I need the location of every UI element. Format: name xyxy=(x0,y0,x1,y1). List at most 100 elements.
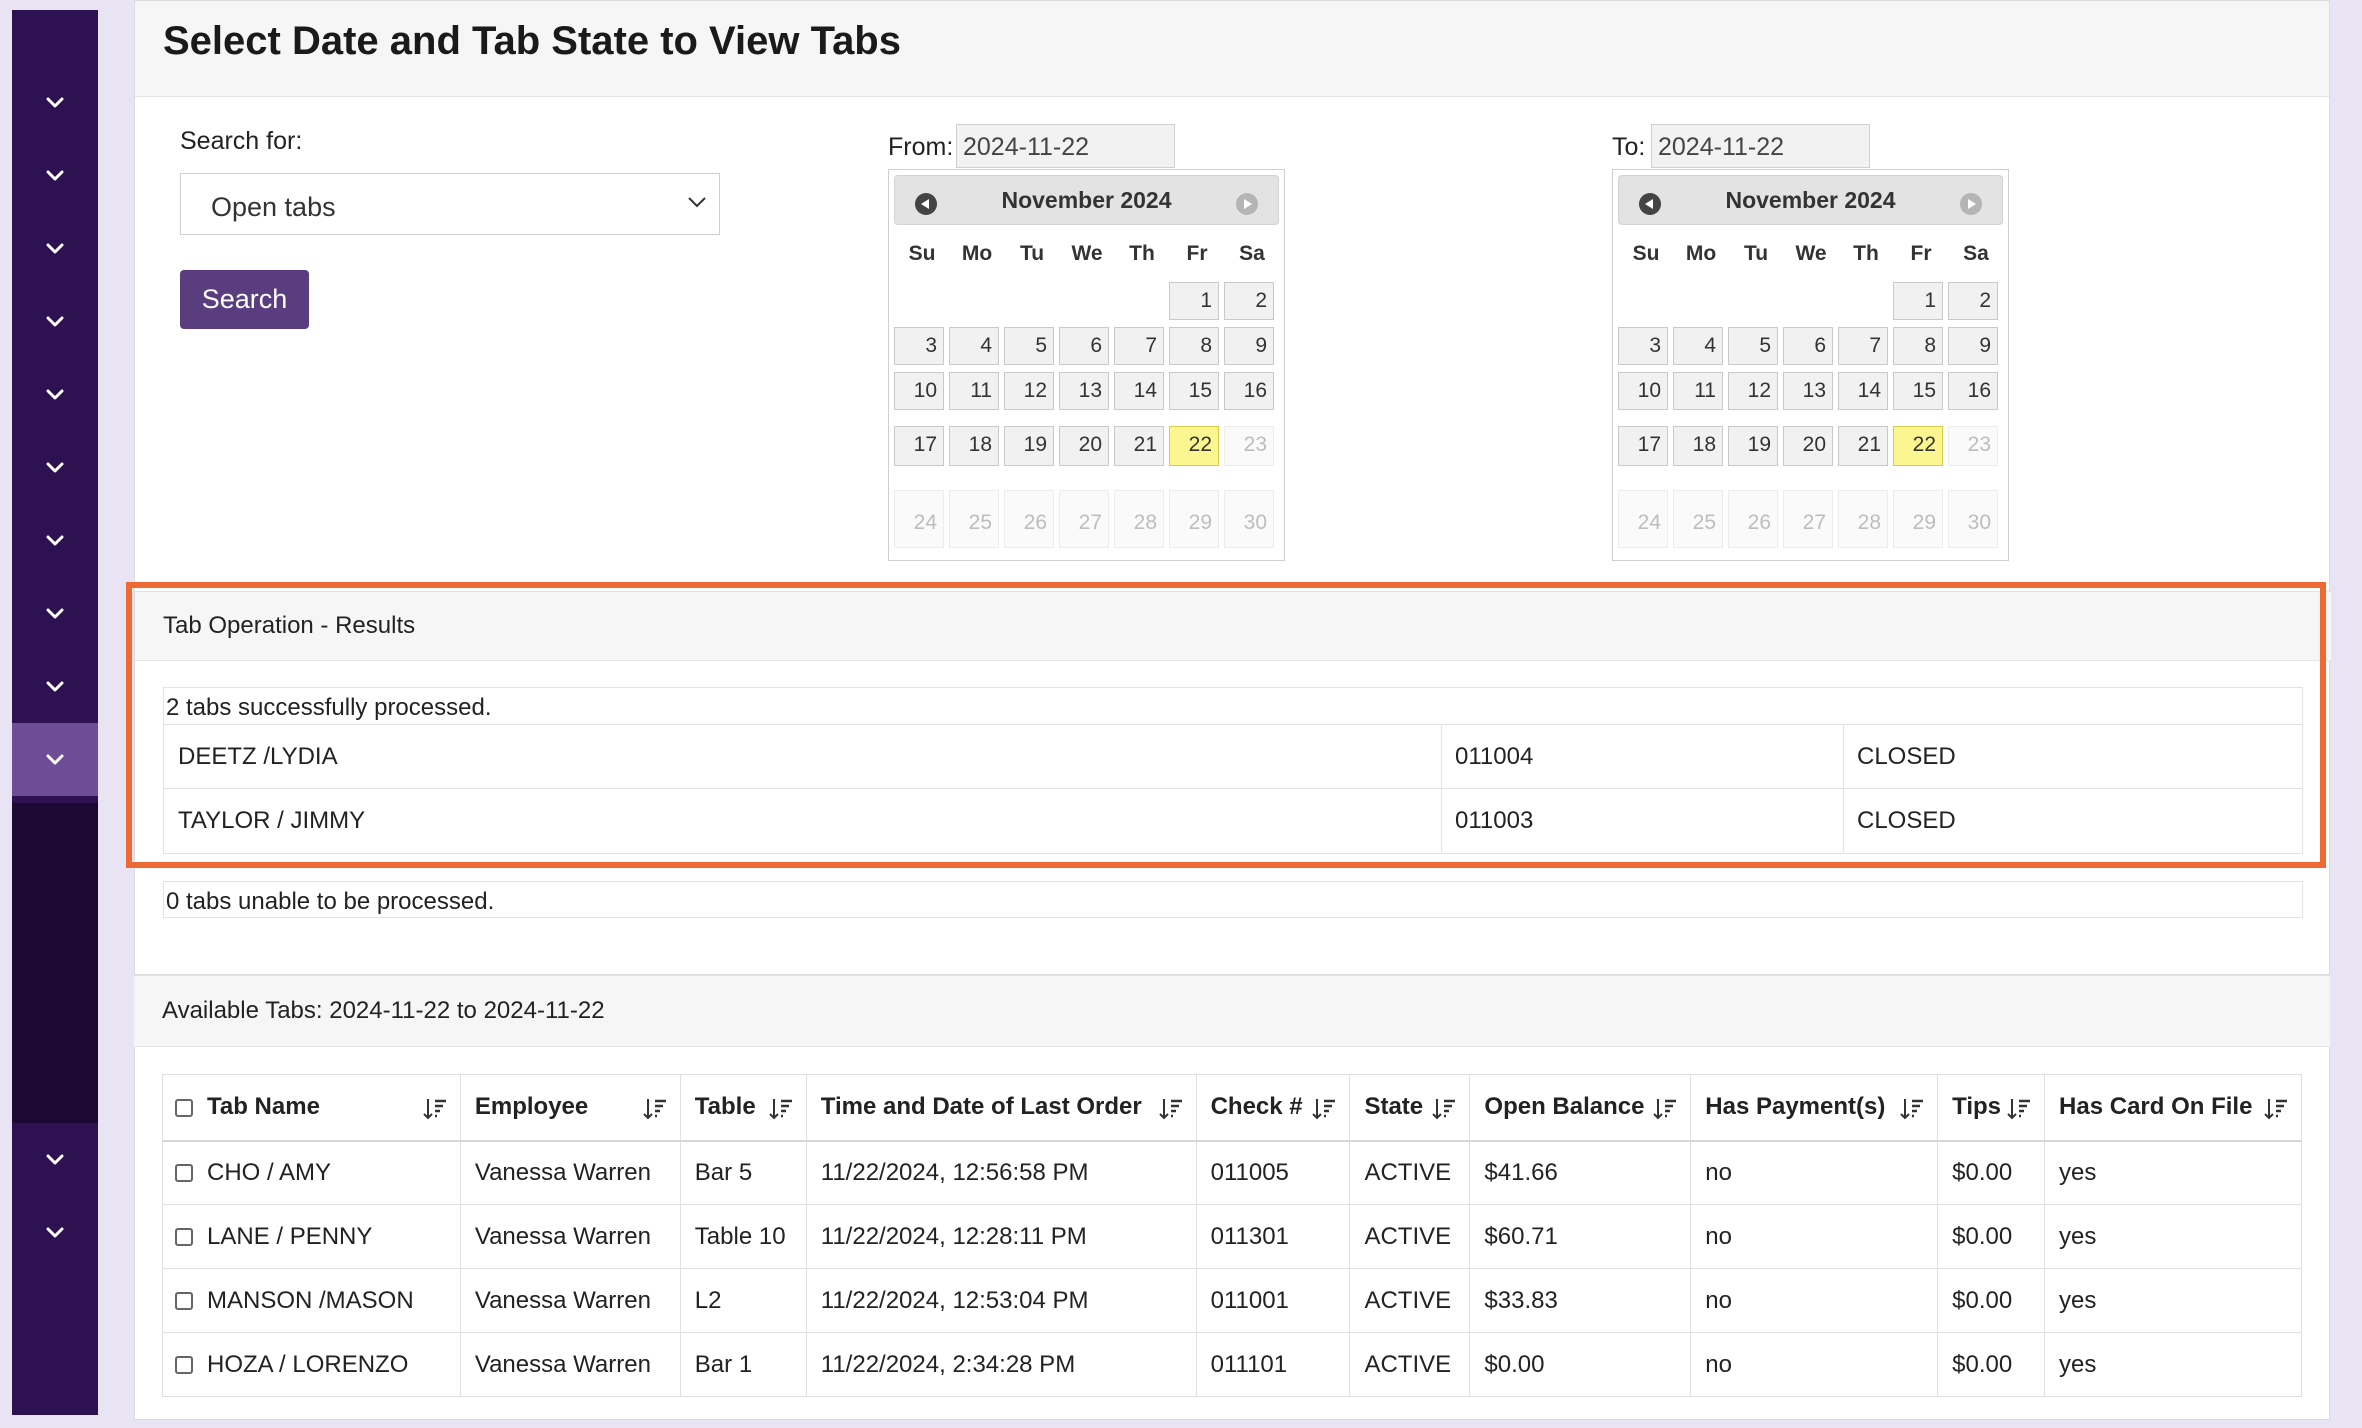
to-calendar-day[interactable]: 4 xyxy=(1673,327,1723,365)
to-calendar-day[interactable]: 13 xyxy=(1783,372,1833,410)
row-checkbox[interactable] xyxy=(175,1164,193,1183)
column-header[interactable]: Has Card On File xyxy=(2044,1074,2302,1142)
to-calendar-day[interactable]: 3 xyxy=(1618,327,1668,365)
sort-icon[interactable] xyxy=(768,1096,794,1122)
sort-icon[interactable] xyxy=(642,1096,668,1122)
from-calendar-day[interactable]: 2 xyxy=(1224,282,1274,320)
to-calendar-day[interactable]: 16 xyxy=(1948,372,1998,410)
from-calendar-day[interactable]: 17 xyxy=(894,426,944,466)
from-calendar-day[interactable]: 11 xyxy=(949,372,999,410)
sort-control[interactable] xyxy=(632,1094,668,1122)
to-calendar-day[interactable]: 20 xyxy=(1783,426,1833,466)
sidebar-item[interactable] xyxy=(12,1123,98,1196)
from-calendar-day[interactable]: 6 xyxy=(1059,327,1109,365)
to-calendar-day[interactable]: 7 xyxy=(1838,327,1888,365)
sidebar-item[interactable] xyxy=(12,212,98,285)
column-header[interactable]: State xyxy=(1349,1074,1471,1142)
tab-state-select[interactable]: Open tabs xyxy=(180,173,720,235)
sidebar-item[interactable] xyxy=(12,66,98,139)
sidebar-item[interactable] xyxy=(12,723,98,796)
sort-icon[interactable] xyxy=(1431,1096,1457,1122)
from-calendar-day[interactable]: 13 xyxy=(1059,372,1109,410)
sort-icon[interactable] xyxy=(1652,1096,1678,1122)
to-date-input[interactable]: 2024-11-22 xyxy=(1651,124,1870,168)
sidebar-item[interactable] xyxy=(12,358,98,431)
sidebar-item[interactable] xyxy=(12,431,98,504)
to-calendar-day[interactable]: 21 xyxy=(1838,426,1888,466)
sort-control[interactable] xyxy=(758,1094,794,1122)
column-header[interactable]: Open Balance xyxy=(1469,1074,1692,1142)
column-header[interactable]: Time and Date of Last Order xyxy=(805,1074,1197,1142)
row-checkbox[interactable] xyxy=(175,1228,193,1247)
from-calendar-day[interactable]: 1 xyxy=(1169,282,1219,320)
next-month-icon[interactable] xyxy=(1960,193,1982,215)
from-calendar-day[interactable]: 3 xyxy=(894,327,944,365)
from-calendar-day[interactable]: 16 xyxy=(1224,372,1274,410)
table-cell: $0.00 xyxy=(1469,1332,1692,1397)
to-calendar-day[interactable]: 2 xyxy=(1948,282,1998,320)
from-calendar-day[interactable]: 14 xyxy=(1114,372,1164,410)
to-calendar-day[interactable]: 15 xyxy=(1893,372,1943,410)
from-calendar-day[interactable]: 20 xyxy=(1059,426,1109,466)
sidebar-item[interactable] xyxy=(12,577,98,650)
to-calendar-day[interactable]: 18 xyxy=(1673,426,1723,466)
sort-icon[interactable] xyxy=(2006,1096,2032,1122)
sort-control[interactable] xyxy=(1642,1094,1678,1122)
sidebar-item[interactable] xyxy=(12,1196,98,1269)
to-calendar-day[interactable]: 19 xyxy=(1728,426,1778,466)
sort-icon[interactable] xyxy=(1311,1096,1337,1122)
sort-control[interactable] xyxy=(1996,1094,2032,1122)
from-calendar-day[interactable]: 8 xyxy=(1169,327,1219,365)
prev-month-icon[interactable] xyxy=(915,193,937,215)
from-calendar-day[interactable]: 15 xyxy=(1169,372,1219,410)
to-calendar-day[interactable]: 22 xyxy=(1893,426,1943,466)
to-calendar-day[interactable]: 14 xyxy=(1838,372,1888,410)
to-calendar-day[interactable]: 5 xyxy=(1728,327,1778,365)
sidebar-item[interactable] xyxy=(12,139,98,212)
from-calendar-day[interactable]: 18 xyxy=(949,426,999,466)
sort-icon[interactable] xyxy=(1158,1096,1184,1122)
to-calendar-day[interactable]: 11 xyxy=(1673,372,1723,410)
row-checkbox[interactable] xyxy=(175,1292,193,1311)
from-calendar-day[interactable]: 7 xyxy=(1114,327,1164,365)
from-calendar-day[interactable]: 22 xyxy=(1169,426,1219,466)
column-header[interactable]: Employee xyxy=(459,1074,681,1142)
sort-control[interactable] xyxy=(1148,1094,1184,1122)
column-header[interactable]: Check # xyxy=(1195,1074,1351,1142)
to-calendar-day[interactable]: 12 xyxy=(1728,372,1778,410)
sidebar-item[interactable] xyxy=(12,650,98,723)
sort-control[interactable] xyxy=(1889,1094,1925,1122)
sidebar-item[interactable] xyxy=(12,504,98,577)
column-header[interactable]: Table xyxy=(679,1074,807,1142)
sort-control[interactable] xyxy=(412,1094,448,1122)
prev-month-icon[interactable] xyxy=(1639,193,1661,215)
row-checkbox[interactable] xyxy=(175,1356,193,1375)
from-calendar-day[interactable]: 19 xyxy=(1004,426,1054,466)
from-calendar-day[interactable]: 12 xyxy=(1004,372,1054,410)
sort-icon[interactable] xyxy=(422,1096,448,1122)
next-month-icon[interactable] xyxy=(1236,193,1258,215)
from-calendar-day[interactable]: 10 xyxy=(894,372,944,410)
column-header[interactable]: Has Payment(s) xyxy=(1690,1074,1939,1142)
to-calendar-day[interactable]: 8 xyxy=(1893,327,1943,365)
to-calendar-day[interactable]: 10 xyxy=(1618,372,1668,410)
to-calendar-day[interactable]: 9 xyxy=(1948,327,1998,365)
sort-icon[interactable] xyxy=(2263,1096,2289,1122)
to-calendar-day[interactable]: 17 xyxy=(1618,426,1668,466)
from-date-input[interactable]: 2024-11-22 xyxy=(956,124,1175,168)
from-calendar-day[interactable]: 9 xyxy=(1224,327,1274,365)
sort-control[interactable] xyxy=(2253,1094,2289,1122)
search-button[interactable]: Search xyxy=(180,270,309,329)
to-calendar-day[interactable]: 6 xyxy=(1783,327,1833,365)
column-header[interactable]: Tab Name xyxy=(162,1074,461,1142)
sort-icon[interactable] xyxy=(1899,1096,1925,1122)
sort-control[interactable] xyxy=(1421,1094,1457,1122)
from-calendar-day[interactable]: 4 xyxy=(949,327,999,365)
select-all-checkbox[interactable] xyxy=(175,1098,193,1117)
sidebar-item[interactable] xyxy=(12,285,98,358)
from-calendar-day[interactable]: 21 xyxy=(1114,426,1164,466)
to-calendar-day[interactable]: 1 xyxy=(1893,282,1943,320)
sort-control[interactable] xyxy=(1301,1094,1337,1122)
from-calendar-day[interactable]: 5 xyxy=(1004,327,1054,365)
column-header[interactable]: Tips xyxy=(1937,1074,2046,1142)
